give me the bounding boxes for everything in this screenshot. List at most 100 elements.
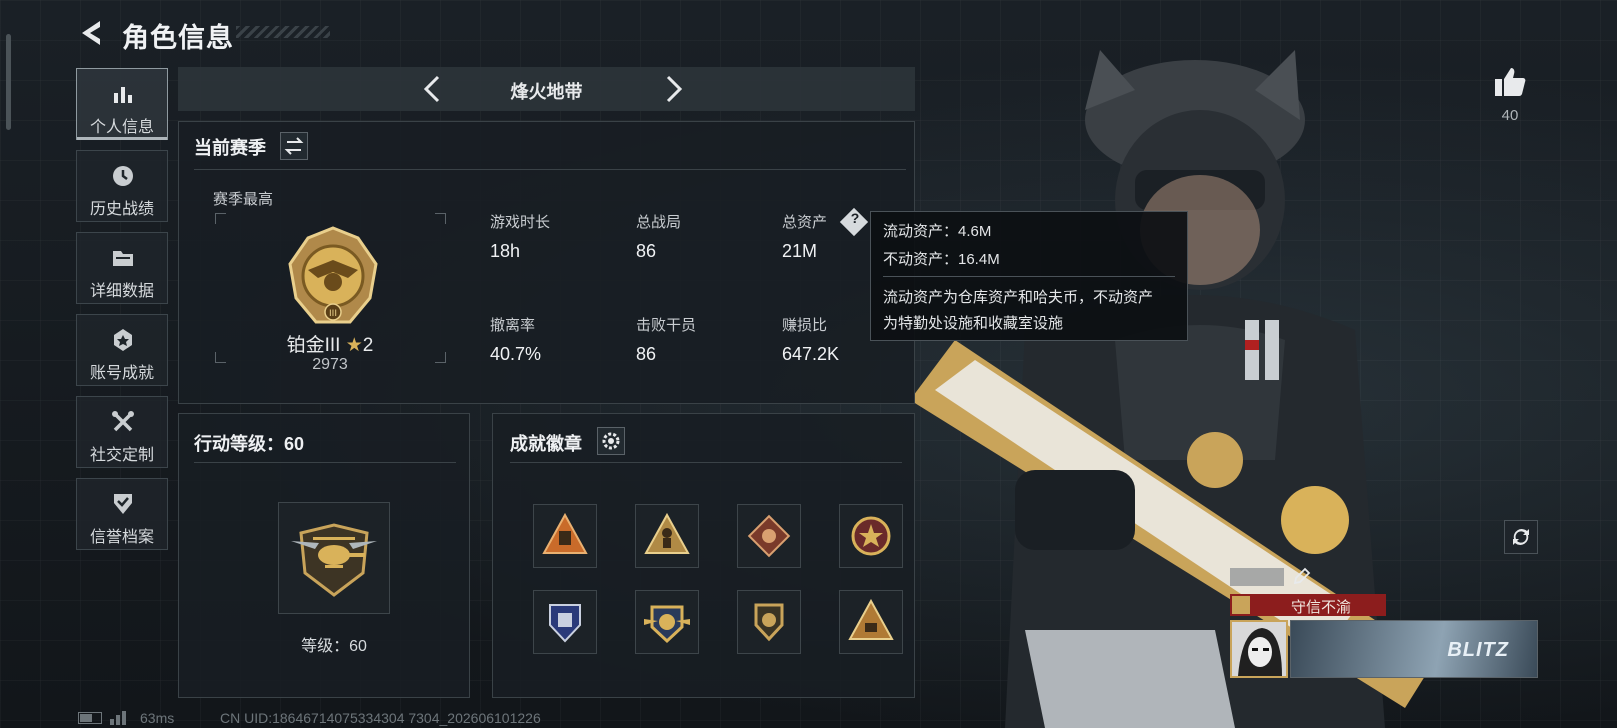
thumbs-up-icon[interactable]: [1493, 66, 1527, 98]
nav-achievements[interactable]: 账号成就: [76, 314, 168, 386]
nav-label: 详细数据: [89, 283, 154, 300]
tooltip-fixed: 不动资产：16.4M: [883, 251, 1000, 268]
rank-line: 铂金III ★2: [280, 330, 380, 357]
season-title: 当前赛季: [194, 138, 266, 158]
tools-icon: [112, 411, 134, 432]
frame-corner: [215, 213, 226, 224]
tooltip-liquid: 流动资产：4.6M: [883, 223, 992, 240]
uid-text: CN UID:18646714075334304 7304_2026061012…: [220, 710, 541, 726]
ping-text: 63ms: [140, 710, 175, 726]
frame-corner: [435, 352, 446, 363]
divider: [194, 169, 906, 170]
battery-icon: [78, 712, 102, 724]
level-text: 等级：60: [301, 638, 367, 655]
badge-slot[interactable]: [533, 504, 597, 568]
swap-icon: [284, 137, 304, 155]
folder-icon: [113, 251, 133, 266]
stat-value: 647.2K: [782, 344, 840, 364]
nav-credit-record[interactable]: 信誉档案: [76, 478, 168, 550]
help-mark: ?: [850, 210, 860, 226]
stat-label: 总战局: [636, 214, 682, 231]
tooltip-desc-1: 流动资产为仓库资产和哈夫币，不动资产: [883, 289, 1154, 306]
badge-slot[interactable]: [839, 504, 903, 568]
title-decoration: [236, 26, 330, 38]
banner-text: BLITZ: [1447, 639, 1509, 661]
achievement-icon: [114, 329, 132, 351]
stat-value: 86: [636, 241, 657, 261]
platinum-rank-emblem: III: [288, 226, 378, 324]
badge-star-seal-icon: [851, 516, 891, 556]
nav-label: 个人信息: [89, 119, 154, 136]
rank-name: 铂金III: [286, 335, 341, 356]
tooltip-desc-2: 为特勤处设施和收藏室设施: [883, 315, 1064, 332]
nav-label: 历史战绩: [89, 201, 154, 218]
reputation-tag: 守信不渝: [1230, 594, 1386, 616]
stat-value: 40.7%: [490, 344, 542, 364]
tooltip-divider: [883, 276, 1175, 277]
rotate-button[interactable]: [1504, 520, 1538, 554]
nav-social-custom[interactable]: 社交定制: [76, 396, 168, 468]
badge-slot[interactable]: [635, 504, 699, 568]
badge-slot[interactable]: [839, 590, 903, 654]
stat-label: 撤离率: [490, 317, 536, 334]
nav-detailed-data[interactable]: 详细数据: [76, 232, 168, 304]
back-arrow-icon[interactable]: [76, 18, 106, 48]
asset-tooltip: 流动资产：4.6M 不动资产：16.4M 流动资产为仓库资产和哈夫币，不动资产 …: [870, 211, 1188, 341]
shield-check-icon: [114, 494, 132, 514]
badge-blue-shield-icon: [549, 604, 581, 643]
rank-stars: 2: [362, 335, 374, 356]
frame-corner: [215, 352, 226, 363]
nav-match-history[interactable]: 历史战绩: [76, 150, 168, 222]
badge-triangle-soldier-icon: [644, 512, 690, 554]
action-level-title: 行动等级：60: [194, 434, 305, 454]
stat-value: 18h: [490, 241, 521, 261]
clock-icon: [113, 166, 133, 186]
badge-settings-button[interactable]: [597, 427, 625, 455]
tag-emblem-icon: [1232, 596, 1250, 614]
stat-label: 赚损比: [782, 317, 828, 334]
player-name-redacted: [1230, 568, 1284, 586]
badge-dragon-icon: [747, 514, 791, 558]
badges-title: 成就徽章: [510, 434, 582, 454]
badge-lion-shield-icon: [754, 603, 784, 642]
nav-label: 账号成就: [89, 365, 154, 382]
helicopter-level-icon: [291, 523, 377, 597]
nav-personal-info[interactable]: 个人信息: [76, 68, 168, 140]
badge-slot[interactable]: [533, 590, 597, 654]
edge-scrollbar[interactable]: [6, 34, 11, 130]
rank-score: 2973: [312, 356, 348, 373]
bar-chart-icon: [114, 87, 132, 103]
stat-value: 21M: [782, 241, 818, 261]
star-icon: ★: [345, 335, 363, 356]
badge-slot[interactable]: [635, 590, 699, 654]
stat-value: 86: [636, 344, 657, 364]
nav-label: 信誉档案: [89, 529, 154, 546]
switch-season-button[interactable]: [280, 132, 308, 160]
stat-label: 击败干员: [636, 317, 697, 334]
refresh-icon: [1513, 529, 1529, 545]
edit-pencil-icon[interactable]: [1292, 566, 1312, 586]
badge-triangle-58-icon: [848, 598, 894, 640]
badge-slot[interactable]: [737, 590, 801, 654]
badge-triangle-box-icon: [542, 512, 588, 554]
svg-text:III: III: [329, 309, 337, 319]
page-title: 角色信息: [122, 23, 234, 53]
badge-winged-emblem-icon: [644, 605, 690, 644]
like-count: 40: [1501, 107, 1519, 124]
tag-text: 守信不渝: [1290, 599, 1351, 616]
frame-corner: [435, 213, 446, 224]
stat-label: 总资产: [782, 214, 828, 231]
signal-icon: [110, 711, 126, 725]
divider: [194, 462, 456, 463]
mode-selector: 烽火地带: [178, 67, 915, 111]
season-best-label: 赛季最高: [213, 191, 274, 208]
nav-label: 社交定制: [89, 447, 154, 464]
mode-name: 烽火地带: [510, 82, 583, 102]
gear-icon: [602, 432, 620, 450]
chevron-right-icon[interactable]: [658, 73, 688, 105]
badge-slot[interactable]: [737, 504, 801, 568]
stat-label: 游戏时长: [490, 214, 551, 231]
avatar-portrait-icon: [1238, 628, 1282, 676]
player-avatar[interactable]: [1230, 620, 1288, 678]
divider: [510, 462, 902, 463]
